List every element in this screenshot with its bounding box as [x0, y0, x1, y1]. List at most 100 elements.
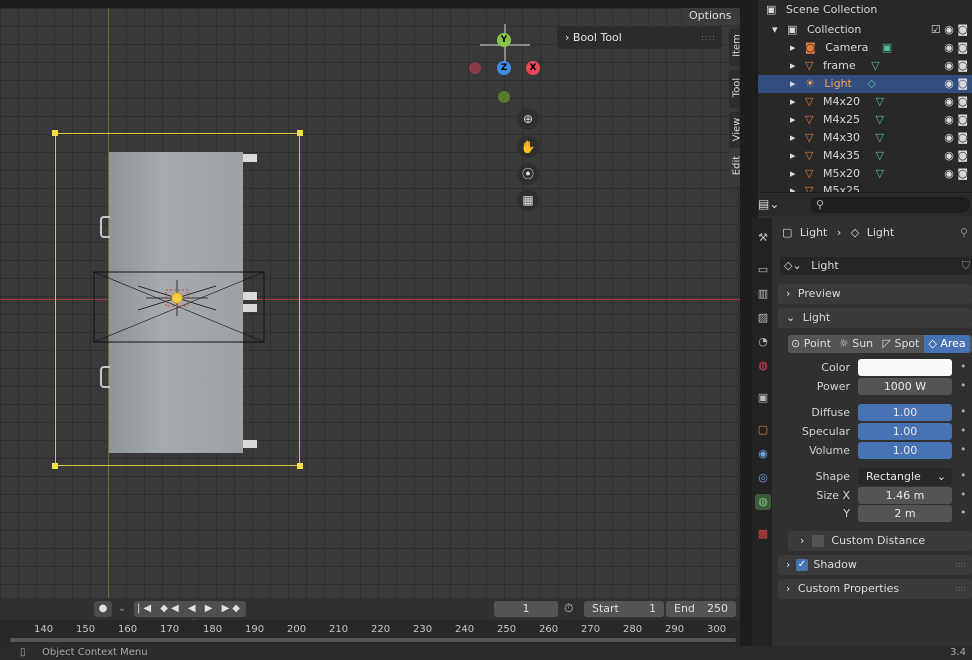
start-frame-field[interactable]: Start 1	[584, 601, 664, 617]
shape-dropdown[interactable]: Rectangle ⌄	[858, 468, 952, 485]
preview-section-header[interactable]: › Preview	[778, 284, 972, 304]
bound-handle[interactable]	[297, 463, 303, 469]
custom-properties-header[interactable]: › Custom Properties ::::	[778, 579, 972, 599]
current-frame-field[interactable]: 1	[494, 601, 558, 617]
stopwatch-icon[interactable]: ⏱	[564, 601, 573, 616]
tab-edit[interactable]: Edit	[729, 148, 740, 186]
visibility-controls[interactable]: ◉ ◙	[944, 57, 968, 75]
visibility-controls[interactable]: ◉ ◙	[944, 165, 968, 183]
tab-item[interactable]: Item	[729, 28, 740, 66]
tab-tool[interactable]: Tool	[729, 70, 740, 108]
shadow-checkbox[interactable]: ✓	[795, 559, 808, 571]
keyframe-dot[interactable]: •	[960, 424, 967, 437]
bool-tool-panel[interactable]: › Bool Tool ::::	[557, 27, 722, 49]
light-section-header[interactable]: ⌄ Light	[778, 308, 972, 328]
outliner-item-m4x35[interactable]: ▸ ▽ M4x35 ▽ ◉ ◙	[758, 147, 972, 165]
light-type-spot[interactable]: ◸ Spot	[878, 335, 924, 353]
gizmo-y-axis[interactable]: Y	[497, 33, 511, 47]
shield-icon[interactable]: ⛉	[962, 257, 970, 275]
color-swatch[interactable]	[858, 359, 952, 376]
view-layer-icon[interactable]: ▨	[755, 310, 771, 326]
visibility-controls[interactable]: ◉ ◙	[944, 147, 968, 165]
diffuse-field[interactable]: 1.00	[858, 404, 952, 421]
keyframe-dot[interactable]: •	[960, 506, 967, 519]
zoom-icon[interactable]: ⊕	[517, 108, 539, 130]
light-object-icon[interactable]	[136, 278, 222, 318]
pin-icon[interactable]: ⚲	[960, 226, 968, 239]
record-icon[interactable]: ●	[94, 601, 112, 617]
size-x-field[interactable]: 1.46 m	[858, 487, 952, 504]
gizmo-neg-x[interactable]	[469, 62, 481, 74]
light-data-tab-icon[interactable]: ◍	[755, 494, 771, 510]
scene-icon[interactable]: ◔	[755, 334, 771, 350]
size-y-field[interactable]: 2 m	[858, 505, 952, 522]
shadow-section-header[interactable]: › ✓ Shadow ::::	[778, 555, 972, 575]
world-icon[interactable]: ◍	[755, 358, 771, 374]
playback-controls[interactable]: |◀ ◆◀ ◀ ▶ ▶◆ ▶|	[134, 601, 246, 630]
editor-type-icon[interactable]: ▤⌄	[758, 197, 779, 211]
outliner-item-m4x30[interactable]: ▸ ▽ M4x30 ▽ ◉ ◙	[758, 129, 972, 147]
tab-view-label: View	[731, 117, 741, 142]
gizmo-neg-y[interactable]	[498, 91, 510, 103]
visibility-controls[interactable]: ◉ ◙	[944, 75, 968, 93]
grid-perspective-icon[interactable]: ▦	[517, 189, 539, 211]
output-icon[interactable]: ▥	[755, 286, 771, 302]
gizmo-z-axis[interactable]: Z	[497, 61, 511, 75]
collection-icon[interactable]: ▣	[755, 390, 771, 406]
options-dropdown[interactable]: Options ⌄	[683, 8, 739, 38]
outliner-item-m4x20[interactable]: ▸ ▽ M4x20 ▽ ◉ ◙	[758, 93, 972, 111]
volume-field[interactable]: 1.00	[858, 442, 952, 459]
bolt-stub	[243, 154, 257, 162]
outliner-item-frame[interactable]: ▸ ▽ frame ▽ ◉ ◙	[758, 57, 972, 75]
tab-view[interactable]: View	[729, 112, 740, 150]
bound-handle[interactable]	[52, 463, 58, 469]
drag-grip-icon[interactable]: ::::	[955, 579, 966, 599]
drag-grip-icon[interactable]: ::::	[955, 555, 966, 575]
keyframe-dot[interactable]: •	[960, 405, 967, 418]
chevron-down-icon[interactable]: ⌄	[115, 601, 129, 617]
keyframe-dot[interactable]: •	[960, 469, 967, 482]
pan-hand-icon[interactable]: ✋	[517, 136, 539, 158]
area-light-icon: ◇	[928, 337, 937, 350]
power-field[interactable]: 1000 W	[858, 378, 952, 395]
visibility-controls[interactable]: ◉ ◙	[944, 93, 968, 111]
outliner-item-m4x25[interactable]: ▸ ▽ M4x25 ▽ ◉ ◙	[758, 111, 972, 129]
custom-distance-header[interactable]: › Custom Distance	[788, 531, 972, 551]
visibility-controls[interactable]: ◉ ◙	[944, 111, 968, 129]
timeline-ruler[interactable]: 140 150 160 170 180 190 200 210 220 230 …	[0, 620, 740, 646]
camera-view-icon[interactable]: ⦿	[517, 163, 539, 185]
keyframe-dot[interactable]: •	[960, 360, 967, 373]
bound-handle[interactable]	[297, 130, 303, 136]
collection-row[interactable]: ▾ ▣ Collection ☑ ◉ ◙	[758, 21, 972, 39]
light-type-area[interactable]: ◇ Area	[924, 335, 970, 353]
keyframe-dot[interactable]: •	[960, 379, 967, 392]
keyframe-dot[interactable]: •	[960, 488, 967, 501]
keyframe-dot[interactable]: •	[960, 443, 967, 456]
bound-handle[interactable]	[52, 130, 58, 136]
visibility-controls[interactable]: ◉ ◙	[944, 129, 968, 147]
visibility-controls[interactable]: ◉ ◙	[944, 39, 968, 57]
datablock-selector[interactable]: ◇⌄ Light ⛉	[780, 257, 972, 275]
outliner-item-camera[interactable]: ▸ ◙ Camera ▣ ◉ ◙	[758, 39, 972, 57]
render-icon[interactable]: ▭	[755, 262, 771, 278]
outliner-item-m5x25[interactable]: ▸ ▽ M5x25	[758, 182, 972, 192]
timeline-scrollbar[interactable]	[10, 638, 736, 642]
gizmo-x-axis[interactable]: X	[526, 61, 540, 75]
constraints-icon[interactable]: ◉	[755, 446, 771, 462]
outliner-item-light[interactable]: ▸ ☀ Light ◇ ◉ ◙	[758, 75, 972, 93]
tool-settings-icon[interactable]: ⚒	[755, 230, 771, 246]
light-type-point[interactable]: ⊙ Point	[788, 335, 834, 353]
outliner-item-m5x20[interactable]: ▸ ▽ M5x20 ▽ ◉ ◙	[758, 165, 972, 183]
object-icon[interactable]: ▢	[755, 422, 771, 438]
search-input[interactable]: ⚲	[810, 197, 970, 213]
scene-collection-row[interactable]: ▣ Scene Collection	[758, 3, 972, 17]
specular-field[interactable]: 1.00	[858, 423, 952, 440]
physics-icon[interactable]: ◎	[755, 470, 771, 486]
custom-distance-checkbox[interactable]	[811, 535, 824, 547]
light-type-sun[interactable]: ☼ Sun	[834, 335, 878, 353]
3d-viewport[interactable]: Options ⌄ › Bool Tool :::: Item Tool Vie…	[0, 8, 740, 598]
texture-icon[interactable]: ▩	[755, 526, 771, 542]
visibility-controls[interactable]: ☑ ◉ ◙	[931, 21, 968, 39]
end-frame-field[interactable]: End 250	[666, 601, 736, 617]
drag-grip-icon[interactable]: ::::	[701, 27, 716, 49]
